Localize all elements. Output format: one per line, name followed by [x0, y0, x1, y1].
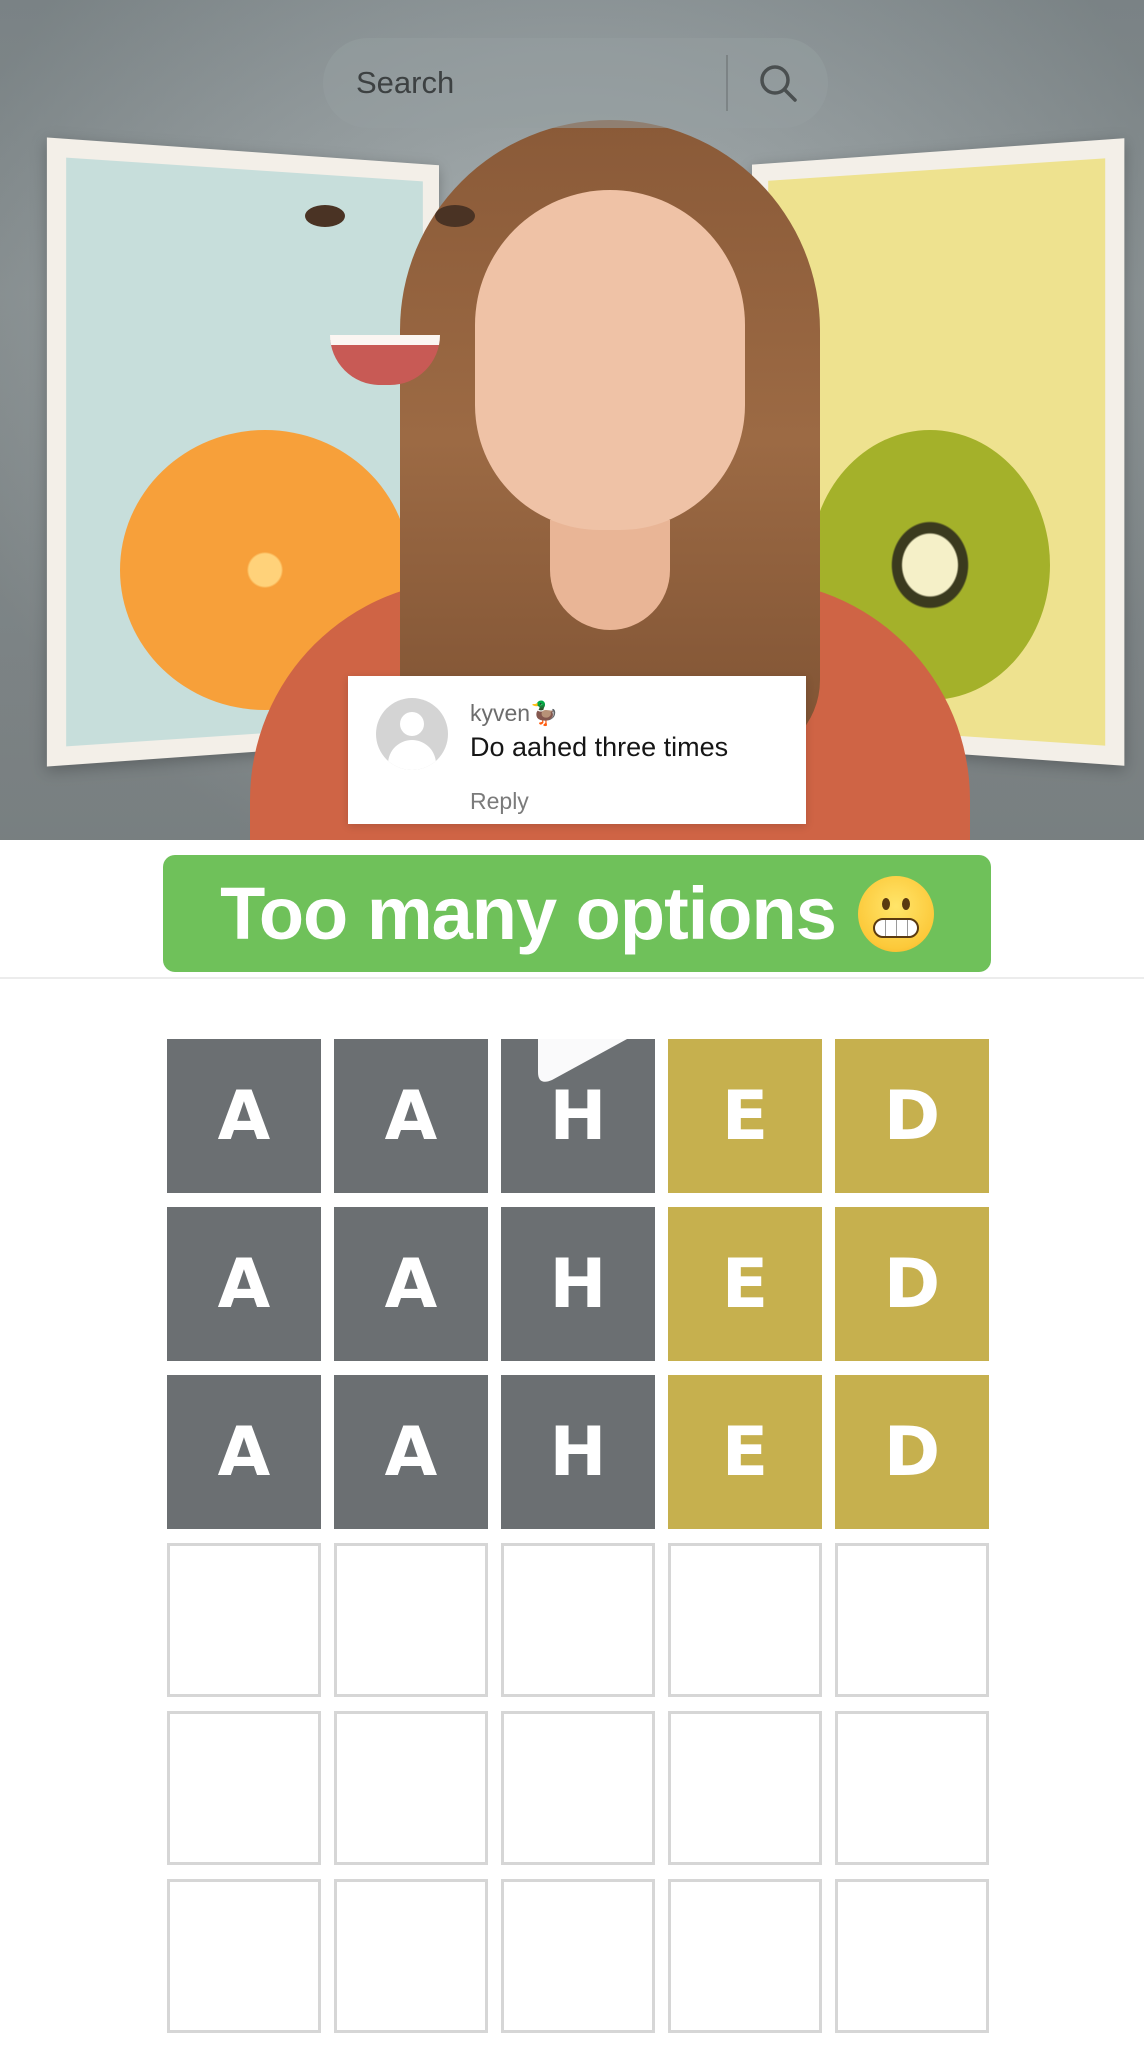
- wordle-tile: A: [167, 1375, 321, 1529]
- search-bar[interactable]: Search: [323, 38, 828, 128]
- wordle-tile: [167, 1543, 321, 1697]
- wordle-tile: A: [334, 1039, 488, 1193]
- comment-card[interactable]: kyven🦆 Do aahed three times Reply: [348, 676, 806, 824]
- play-button[interactable]: [520, 990, 670, 1100]
- wordle-tile: A: [334, 1375, 488, 1529]
- grimacing-face-icon: [858, 876, 934, 952]
- wordle-tile: [334, 1543, 488, 1697]
- wordle-tile: [835, 1879, 989, 2033]
- wordle-tile: [167, 1711, 321, 1865]
- video-player[interactable]: Search kyven🦆 Do aahed three times Reply: [0, 0, 1144, 840]
- wordle-tile: D: [835, 1375, 989, 1529]
- search-input[interactable]: Search: [323, 65, 726, 101]
- wordle-tile: [167, 1879, 321, 2033]
- wordle-tile: [668, 1711, 822, 1865]
- wordle-tile: E: [668, 1039, 822, 1193]
- presenter-eye-left: [305, 205, 345, 227]
- wordle-tile: [501, 1879, 655, 2033]
- comment-username[interactable]: kyven🦆: [470, 700, 559, 727]
- comment-text: Do aahed three times: [470, 732, 728, 763]
- wordle-tile: [501, 1711, 655, 1865]
- play-icon: [520, 990, 670, 1100]
- presenter-eye-right: [435, 205, 475, 227]
- wordle-tile: [501, 1543, 655, 1697]
- wordle-tile: E: [668, 1207, 822, 1361]
- wordle-tile: H: [501, 1375, 655, 1529]
- reply-button[interactable]: Reply: [470, 788, 529, 815]
- search-button[interactable]: [728, 38, 828, 128]
- wordle-tile: A: [167, 1207, 321, 1361]
- wordle-tile: A: [167, 1039, 321, 1193]
- wordle-tile: [334, 1879, 488, 2033]
- divider: [0, 977, 1144, 979]
- wordle-tile: [668, 1879, 822, 2033]
- caption-text: Too many options: [220, 871, 836, 956]
- wordle-tile: D: [835, 1039, 989, 1193]
- wordle-tile: A: [334, 1207, 488, 1361]
- wordle-tile: [835, 1711, 989, 1865]
- wordle-tile: E: [668, 1375, 822, 1529]
- wordle-tile: [835, 1543, 989, 1697]
- wordle-tile: D: [835, 1207, 989, 1361]
- wordle-tile: [668, 1543, 822, 1697]
- wordle-tile: H: [501, 1207, 655, 1361]
- caption-banner: Too many options: [163, 855, 991, 972]
- search-icon: [757, 62, 799, 104]
- avatar[interactable]: [376, 698, 448, 770]
- wordle-board: AAHEDAAHEDAAHED: [167, 1039, 989, 2033]
- wordle-tile: [334, 1711, 488, 1865]
